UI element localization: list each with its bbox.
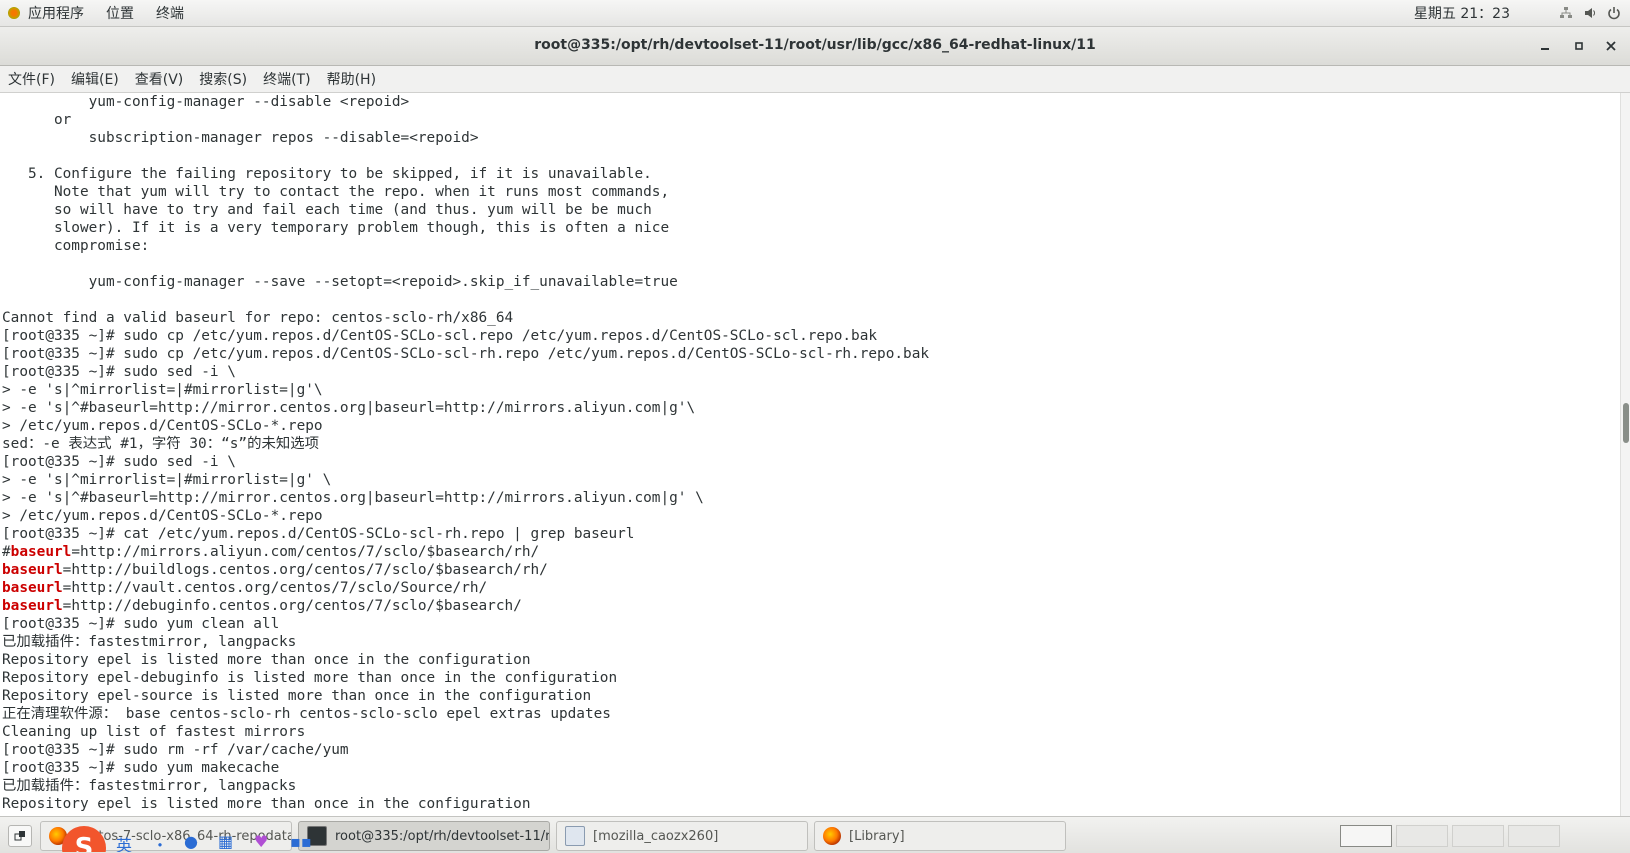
terminal-line: Repository epel is listed more than once… [2,652,531,668]
workspace-4[interactable] [1508,825,1560,847]
terminal-line: [root@335 ~]# sudo yum clean all [2,616,280,632]
power-icon[interactable] [1606,5,1622,21]
menu-view[interactable]: 查看(V) [127,69,192,89]
applications-menu-icon[interactable] [6,5,22,21]
menu-search[interactable]: 搜索(S) [191,69,255,89]
terminal-line: sed：-e 表达式 #1，字符 30：“s”的未知选项 [2,436,320,452]
maximize-icon[interactable] [1570,37,1588,55]
workspace-1[interactable] [1340,825,1392,847]
window-title: root@335:/opt/rh/devtoolset-11/root/usr/… [534,37,1096,53]
terminal-line: [root@335 ~]# sudo cp /etc/yum.repos.d/C… [2,346,930,362]
terminal-line: [root@335 ~]# sudo rm -rf /var/cache/yum [2,742,349,758]
terminal-line: or [2,112,72,128]
terminal-line: subscription-manager repos --disable=<re… [2,130,479,146]
document-icon [565,826,585,846]
terminal-line: baseurl=http://vault.centos.org/centos/7… [2,580,488,596]
terminal-line: compromise: [2,238,150,254]
clock[interactable]: 星期五 21：23 [1414,3,1510,23]
workspace-2[interactable] [1396,825,1448,847]
menu-file[interactable]: 文件(F) [0,69,63,89]
terminal-line: baseurl=http://debuginfo.centos.org/cent… [2,598,522,614]
terminal-app-menu[interactable]: 终端 [156,3,184,23]
terminal-line: yum-config-manager --save --setopt=<repo… [2,274,678,290]
menubar: 文件(F) 编辑(E) 查看(V) 搜索(S) 终端(T) 帮助(H) [0,66,1630,93]
terminal-output[interactable]: yum-config-manager --disable <repoid> or… [0,93,1620,816]
terminal-line: yum-config-manager --disable <repoid> [2,94,410,110]
task-terminal[interactable]: root@335:/opt/rh/devtoolset-11/r... [298,821,550,851]
terminal-line: [root@335 ~]# cat /etc/yum.repos.d/CentO… [2,526,635,542]
terminal-line: Cleaning up list of fastest mirrors [2,724,306,740]
top-panel: 应用程序 位置 终端 星期五 21：23 [0,0,1630,27]
terminal-line: Repository epel is listed more than once… [2,796,531,812]
ime-toolbar[interactable]: S 英 ・ ● ▦ ♥ ▪▪ [62,826,330,852]
microphone-icon[interactable]: ● [184,832,198,851]
terminal-line: [root@335 ~]# sudo sed -i \ [2,454,236,470]
places-menu[interactable]: 位置 [106,3,134,23]
task-label: root@335:/opt/rh/devtoolset-11/r... [335,828,550,844]
terminal-line: [root@335 ~]# sudo cp /etc/yum.repos.d/C… [2,328,878,344]
window-title-bar[interactable]: root@335:/opt/rh/devtoolset-11/root/usr/… [0,27,1630,66]
terminal-line: slower). If it is a very temporary probl… [2,220,670,236]
terminal-line: #baseurl=http://mirrors.aliyun.com/cento… [2,544,540,560]
applications-menu[interactable]: 应用程序 [28,3,84,23]
terminal-line: 正在清理软件源： base centos-sclo-rh centos-sclo… [2,706,611,722]
scrollbar-thumb[interactable] [1623,403,1629,443]
skin-icon[interactable]: ♥ [254,832,268,851]
network-icon[interactable] [1558,5,1574,21]
terminal-line: > /etc/yum.repos.d/CentOS-SCLo-*.repo [2,508,323,524]
terminal-line: > -e 's|^#baseurl=http://mirror.centos.o… [2,400,696,416]
punctuation-icon[interactable]: ・ [152,832,168,852]
task-label: [mozilla_caozx260] [593,828,719,844]
menu-help[interactable]: 帮助(H) [319,69,384,89]
terminal-line: > -e 's|^mirrorlist=|#mirrorlist=|g' \ [2,472,332,488]
menu-terminal[interactable]: 终端(T) [255,69,318,89]
terminal-line: Note that yum will try to contact the re… [2,184,670,200]
terminal-line: 已加载插件：fastestmirror, langpacks [2,634,297,650]
toolbox-icon[interactable]: ▪▪ [290,832,312,851]
menu-edit[interactable]: 编辑(E) [63,69,127,89]
volume-icon[interactable] [1582,5,1598,21]
terminal-scrollbar[interactable] [1620,93,1630,816]
workspace-3[interactable] [1452,825,1504,847]
sogou-ime-icon[interactable]: S [62,826,106,852]
terminal-line: baseurl=http://buildlogs.centos.org/cent… [2,562,548,578]
terminal-line: > /etc/yum.repos.d/CentOS-SCLo-*.repo [2,418,323,434]
firefox-icon [823,827,841,845]
minimize-icon[interactable] [1536,37,1554,55]
terminal-line: 5. Configure the failing repository to b… [2,166,652,182]
terminal-line: Repository epel-debuginfo is listed more… [2,670,618,686]
close-icon[interactable] [1602,37,1620,55]
terminal-line: > -e 's|^#baseurl=http://mirror.centos.o… [2,490,704,506]
terminal-line: so will have to try and fail each time (… [2,202,652,218]
task-label: [Library] [849,828,905,844]
terminal-line: > -e 's|^mirrorlist=|#mirrorlist=|g'\ [2,382,323,398]
ime-language-toggle[interactable]: 英 [116,832,132,852]
show-desktop-icon[interactable] [8,825,32,847]
keyboard-icon[interactable]: ▦ [218,832,233,851]
terminal-line: Cannot find a valid baseurl for repo: ce… [2,310,514,326]
terminal-line: [root@335 ~]# sudo yum makecache [2,760,280,776]
terminal-line: Repository epel-source is listed more th… [2,688,592,704]
task-mozilla-folder[interactable]: [mozilla_caozx260] [556,821,808,851]
task-library[interactable]: [Library] [814,821,1066,851]
terminal-line: 已加载插件：fastestmirror, langpacks [2,778,297,794]
terminal-line: [root@335 ~]# sudo sed -i \ [2,364,236,380]
